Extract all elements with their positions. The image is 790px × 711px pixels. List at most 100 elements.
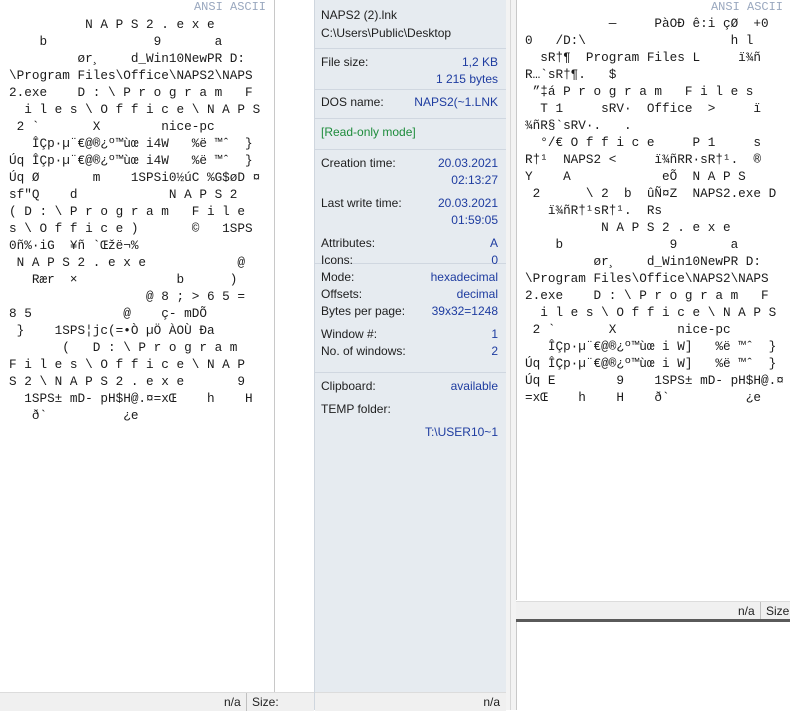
left-text-line[interactable]: s \ O f f i c e ) © 1SPS	[9, 221, 253, 236]
left-text-line[interactable]: b 9 a	[9, 34, 222, 49]
windows-count-value: 2	[491, 344, 498, 358]
left-text-line[interactable]: F i l e s \ O f f i c e \ N A P	[9, 357, 245, 372]
file-size-kb: 1,2 KB	[461, 55, 498, 69]
right-text-line[interactable]: ï¾ñR†¹sR†¹. Rs	[525, 203, 662, 218]
right-text-line[interactable]: Y A eÕ N A P S	[525, 169, 746, 184]
file-path: C:\Users\Public\Desktop	[321, 26, 452, 40]
right-status-na: n/a	[738, 604, 755, 618]
offsets-label: Offsets:	[321, 287, 363, 301]
creation-time: 02:13:27	[451, 173, 498, 187]
dos-name-section: DOS name: NAPS2(~1.LNK	[315, 90, 506, 119]
right-text-line[interactable]: b 9 a	[525, 237, 738, 252]
left-text-line[interactable]: ør¸ d_Win10NewPR D:	[9, 51, 246, 66]
file-info-panel: NAPS2 (2).lnk C:\Users\Public\Desktop Fi…	[314, 0, 507, 711]
right-text-line[interactable]: Úq ÎÇp·µ¨€@®¿º™ùœ i W] %ë ™ˆ }	[525, 356, 776, 371]
left-text-line[interactable]: N A P S 2 . e x e	[9, 17, 214, 32]
temp-folder-value: T:\USER10~1	[424, 425, 498, 439]
window-number-value: 1	[491, 327, 498, 341]
offsets-value: decimal	[456, 287, 498, 301]
creation-date: 20.03.2021	[437, 156, 498, 170]
left-text-line[interactable]: ( D : \ P r o g r a m	[9, 340, 237, 355]
right-text-line[interactable]: \Program Files\Office\NAPS2\NAPS	[525, 271, 769, 286]
right-text-line[interactable]: ¾ñR§`sRV·. .	[525, 118, 632, 133]
file-size-bytes: 1 215 bytes	[435, 72, 498, 86]
clipboard-value: available	[450, 379, 498, 393]
left-text-line[interactable]: Rær × b )	[9, 272, 238, 287]
right-text-line[interactable]: — PàOĐ ê:i çØ +0	[525, 16, 769, 31]
left-text-line[interactable]: sf"Q d N A P S 2	[9, 187, 237, 202]
last-write-time-label: Last write time:	[321, 196, 402, 210]
right-mode-header[interactable]: ANSI ASCII	[711, 0, 783, 14]
dos-name-label: DOS name:	[321, 95, 384, 109]
read-only-section: [Read-only mode]	[315, 119, 506, 150]
left-text-line[interactable]: Úq Ø m 1SPSi0½úC %G$øD ¤	[9, 170, 260, 185]
file-size-section: File size: 1,2 KB 1 215 bytes	[315, 49, 506, 90]
temp-folder-label: TEMP folder:	[321, 402, 391, 416]
info-status-na: n/a	[483, 695, 500, 709]
info-status-bar: n/a	[315, 692, 506, 711]
time-section: Creation time: 20.03.2021 02:13:27 Last w…	[315, 150, 506, 267]
right-text-line[interactable]: Úq E 9 1SPS± mD- pH$H@.¤	[525, 373, 784, 388]
last-write-date: 20.03.2021	[437, 196, 498, 210]
left-text-line[interactable]: N A P S 2 . e x e @	[9, 255, 245, 270]
left-text-line[interactable]: 0ñ%·iG ¥ñ `Œžë¬%	[9, 238, 138, 253]
bytes-per-page-label: Bytes per page:	[321, 304, 406, 318]
right-text-line[interactable]: sR†¶ Program Files L ï¾ñ	[525, 50, 761, 65]
left-status-bar: n/a Size:	[0, 692, 314, 711]
read-only-mode-label: [Read-only mode]	[321, 125, 416, 139]
right-text-line[interactable]: R†¹ NAPS2 < ï¾ñRR·sR†¹. ®	[525, 152, 761, 167]
clipboard-label: Clipboard:	[321, 379, 376, 393]
file-title-section: NAPS2 (2).lnk C:\Users\Public\Desktop	[315, 0, 506, 49]
dos-name-value: NAPS2(~1.LNK	[414, 95, 498, 109]
right-text-line[interactable]: 2 \ 2 b ûÑ¤Z NAPS2.exe D	[525, 186, 777, 201]
windows-count-label: No. of windows:	[321, 344, 406, 358]
right-text-line[interactable]: =xŒ h H ð` ¿e	[525, 390, 761, 405]
right-text-content[interactable]: — PàOĐ ê:i çØ +0 0 /D:\ h l sR†¶ Program…	[525, 15, 784, 406]
left-viewer-pane[interactable]: ANSI ASCII N A P S 2 . e x e b 9 a ør¸ d…	[0, 0, 275, 692]
right-status-size-label: Size:	[766, 604, 790, 618]
file-name: NAPS2 (2).lnk	[321, 8, 398, 22]
attributes-label: Attributes:	[321, 236, 376, 250]
right-text-line[interactable]: 2.exe D : \ P r o g r a m F	[525, 288, 769, 303]
left-text-line[interactable]: Úq ÎÇp·µ¨€@®¿º™ùœ i4W %ë ™ˆ }	[9, 153, 253, 168]
mode-label: Mode:	[321, 270, 355, 284]
left-text-line[interactable]: ð` ¿e	[9, 408, 139, 423]
right-text-line[interactable]: 0 /D:\ h l	[525, 33, 753, 48]
attributes-value: A	[489, 236, 498, 250]
pane-splitter[interactable]	[506, 0, 516, 710]
left-text-line[interactable]: @ 8 ; > 6 5 =	[9, 289, 245, 304]
window-number-label: Window #:	[321, 327, 378, 341]
last-write-time: 01:59:05	[451, 213, 498, 227]
left-text-line[interactable]: 1SPS± mD- pH$H@.¤=xŒ h H	[9, 391, 252, 406]
left-text-content[interactable]: N A P S 2 . e x e b 9 a ør¸ d_Win10NewPR…	[9, 16, 260, 424]
left-text-line[interactable]: 2 ` X nice-pc	[9, 119, 215, 134]
mode-value: hexadecimal	[430, 270, 498, 284]
left-text-line[interactable]: 2.exe D : \ P r o g r a m F	[9, 85, 253, 100]
right-text-line[interactable]: ÎÇp·µ¨€@®¿º™ùœ i W] %ë ™ˆ }	[525, 339, 776, 354]
view-settings-section: Mode: hexadecimal Offsets: decimal Bytes p…	[315, 264, 506, 373]
left-text-line[interactable]: ( D : \ P r o g r a m F i l e	[9, 204, 245, 219]
right-text-line[interactable]: R…`sR†¶. $	[525, 67, 616, 82]
left-text-line[interactable]: S 2 \ N A P S 2 . e x e 9	[9, 374, 245, 389]
right-text-line[interactable]: ør¸ d_Win10NewPR D:	[525, 254, 762, 269]
right-status-separator	[760, 602, 761, 620]
left-mode-header[interactable]: ANSI ASCII	[194, 0, 266, 14]
right-status-bar: n/a Size:	[516, 601, 790, 620]
creation-time-label: Creation time:	[321, 156, 396, 170]
right-text-line[interactable]: 2 ` X nice-pc	[525, 322, 731, 337]
right-text-line[interactable]: T 1 sRV· Office > ï	[525, 101, 761, 116]
right-text-line[interactable]: ”‡á P r o g r a m F i l e s	[525, 84, 754, 99]
left-text-line[interactable]: ÎÇp·µ¨€@®¿º™ùœ i4W %ë ™ˆ }	[9, 136, 253, 151]
left-status-size-label: Size:	[252, 695, 279, 709]
right-text-line[interactable]: °/€ O f f i c e P 1 s	[525, 135, 761, 150]
left-text-line[interactable]: 8 5 @ ç- mDÕ	[9, 306, 207, 321]
left-status-separator	[246, 693, 247, 711]
system-section: Clipboard: available TEMP folder: T:\USER…	[315, 373, 506, 439]
file-size-label: File size:	[321, 55, 369, 69]
left-text-line[interactable]: i l e s \ O f f i c e \ N A P S	[9, 102, 260, 117]
right-viewer-pane[interactable]: ANSI ASCII — PàOĐ ê:i çØ +0 0 /D:\ h l s…	[516, 0, 790, 600]
left-text-line[interactable]: } 1SPS¦jc(=•Ò µÖ ÀOÙ Đa	[9, 323, 215, 338]
right-text-line[interactable]: N A P S 2 . e x e	[525, 220, 730, 235]
left-text-line[interactable]: \Program Files\Office\NAPS2\NAPS	[9, 68, 253, 83]
right-text-line[interactable]: i l e s \ O f f i c e \ N A P S	[525, 305, 776, 320]
